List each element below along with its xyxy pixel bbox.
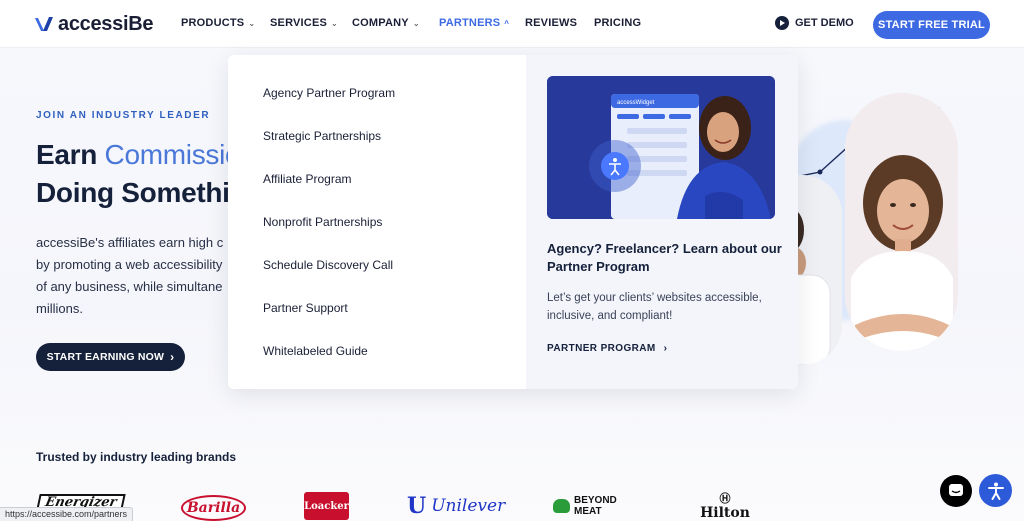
woman-photo [845,93,958,351]
nav-partners-label: PARTNERS [439,17,501,29]
nav-reviews-label: REVIEWS [525,17,578,29]
nav-reviews[interactable]: REVIEWS [525,17,577,29]
brand-logo-loacker: Loacker [304,492,349,520]
hilton-mark-icon: Ⓗ [719,492,731,505]
menu-item-strategic-partnerships[interactable]: Strategic Partnerships [263,129,381,143]
bull-icon [553,499,570,513]
nav-pricing[interactable]: PRICING [594,17,641,29]
start-free-trial-button[interactable]: START FREE TRIAL [873,11,990,39]
promo-image[interactable]: accessWidget [547,76,775,219]
promo-description: Let’s get your clients’ websites accessi… [547,292,762,322]
chevron-down-icon: ⌄ [331,19,338,28]
brand-barilla-text: Barilla [186,500,241,516]
accessibility-widget-button[interactable] [979,474,1012,507]
menu-item-schedule-discovery-call[interactable]: Schedule Discovery Call [263,258,393,272]
hero-paragraph-line: accessiBe's affiliates earn high c [36,235,224,250]
menu-item-affiliate-program[interactable]: Affiliate Program [263,172,351,186]
hero-title: Earn Commissio Doing Somethi [36,136,241,212]
logo-text: accessiBe [58,12,154,35]
hero-paragraph-line: millions. [36,301,83,316]
promo-title: Agency? Freelancer? Learn about our Part… [547,241,782,274]
accessibe-logo[interactable]: accessiBe [34,13,153,35]
start-earning-label: START EARNING NOW [46,351,165,363]
menu-item-nonprofit-partnerships[interactable]: Nonprofit Partnerships [263,215,382,229]
chevron-right-icon: › [170,350,175,364]
chevron-down-icon: ⌄ [412,19,420,28]
hero-title-line1: Earn Commissio [36,136,241,174]
nav-services-label: SERVICES [270,17,328,29]
nav-services[interactable]: SERVICES ⌄ [270,17,338,29]
nav-products-label: PRODUCTS [181,17,245,29]
hero-paragraph: accessiBe's affiliates earn high c by pr… [36,232,236,320]
status-bar-url: https://accessibe.com/partners [0,507,134,521]
logo-mark-icon [35,17,53,31]
promo-widget-label: accessWidget [617,100,655,106]
get-demo-link[interactable]: GET DEMO [775,16,854,30]
brand-hilton-text: Hilton [700,505,750,521]
menu-item-agency-partner-program[interactable]: Agency Partner Program [263,86,395,100]
chevron-right-icon: › [663,343,668,354]
chat-bubble-icon [949,484,963,496]
menu-item-partner-support[interactable]: Partner Support [263,301,348,315]
woman-photo-image [845,93,958,351]
hero-kicker: JOIN AN INDUSTRY LEADER [36,110,211,121]
brand-logo-barilla: Barilla [181,495,246,521]
nav-company-label: COMPANY [352,17,409,29]
brand-loacker-text: Loacker [304,500,349,512]
brand-logo-beyond-meat: BEYOND MEAT [553,492,643,520]
play-icon [775,16,789,30]
chevron-up-icon: ^ [504,19,510,28]
chat-button[interactable] [940,475,972,507]
unilever-mark-icon: U [407,493,427,519]
top-navigation: accessiBe PRODUCTS ⌄ SERVICES ⌄ COMPANY ⌄ P… [0,0,1024,48]
partners-menu-list: Agency Partner Program Strategic Partner… [228,55,526,389]
brand-logo-unilever: U Unilever [407,492,505,520]
partner-program-link-label: PARTNER PROGRAM [547,343,656,354]
start-earning-button[interactable]: START EARNING NOW › [36,343,185,371]
trusted-heading: Trusted by industry leading brands [36,450,237,464]
brand-unilever-text: Unilever [431,496,506,516]
hero-paragraph-line: by promoting a web accessibility [36,257,223,272]
hero-paragraph-line: of any business, while simultane [36,279,223,294]
brand-logo-hilton: Ⓗ Hilton [700,493,750,521]
chevron-down-icon: ⌄ [248,19,256,28]
accessibility-person-icon [987,482,1004,500]
get-demo-label: GET DEMO [795,17,854,29]
partners-dropdown-menu: Agency Partner Program Strategic Partner… [228,55,798,389]
promo-illustration: accessWidget [547,76,775,219]
nav-company[interactable]: COMPANY ⌄ [352,17,420,29]
nav-partners[interactable]: PARTNERS ^ [439,17,509,29]
hero-title-line2: Doing Somethi [36,177,230,208]
brand-beyond-text: BEYOND MEAT [573,495,617,517]
nav-products[interactable]: PRODUCTS ⌄ [181,17,255,29]
nav-pricing-label: PRICING [594,17,642,29]
hero-title-commission: Commissio [104,139,241,170]
menu-item-whitelabeled-guide[interactable]: Whitelabeled Guide [263,344,368,358]
hero-title-earn: Earn [36,139,105,170]
partner-program-link[interactable]: PARTNER PROGRAM › [547,343,667,354]
partners-promo-panel: accessWidget Agency? Freelancer? Learn a [526,55,798,389]
